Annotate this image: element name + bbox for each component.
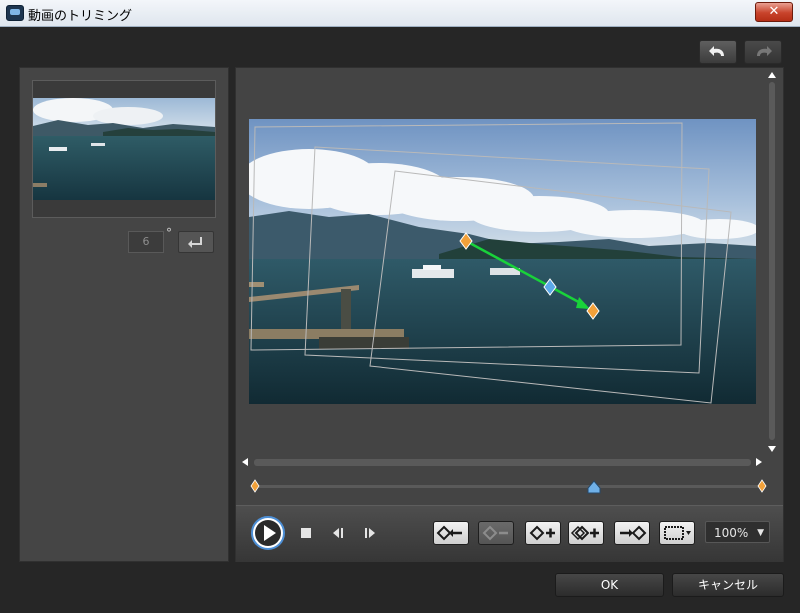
video-preview[interactable]	[249, 119, 756, 404]
add-keyframe-button[interactable]	[525, 521, 561, 545]
preview-panel: 100% ▼	[235, 67, 784, 562]
stop-button[interactable]	[300, 527, 312, 539]
keyframe-duplicate-icon	[570, 525, 599, 541]
previous-frame-icon	[333, 528, 339, 538]
timeline-start-marker[interactable]	[250, 479, 260, 493]
ok-button[interactable]: OK	[555, 573, 664, 597]
previous-frame-button[interactable]	[330, 526, 346, 540]
rotation-angle-input[interactable]: 6	[128, 231, 164, 253]
cancel-button[interactable]: キャンセル	[672, 573, 784, 597]
undo-icon	[709, 46, 724, 56]
vertical-scrollbar[interactable]	[765, 68, 779, 456]
scroll-right-arrow[interactable]	[754, 457, 764, 467]
film-frame-icon	[664, 526, 691, 540]
chevron-down-icon	[686, 531, 691, 535]
next-frame-icon	[369, 528, 375, 538]
play-button[interactable]	[250, 515, 286, 551]
close-button[interactable]: ✕	[755, 2, 793, 22]
playback-controls: 100% ▼	[236, 505, 783, 562]
redo-button[interactable]	[744, 40, 782, 64]
title-bar: 動画のトリミング ✕	[0, 0, 800, 27]
scroll-down-arrow	[768, 446, 776, 452]
horizontal-scrollbar[interactable]	[254, 459, 751, 466]
duplicate-keyframe-button[interactable]	[568, 521, 604, 545]
zoom-value: 100%	[714, 526, 749, 540]
degree-symbol: °	[166, 226, 172, 240]
app-icon	[6, 5, 24, 21]
thumbnail-frame	[32, 80, 216, 218]
thumbnail-panel: 6 °	[19, 67, 229, 562]
keyframe-right-icon	[620, 525, 647, 541]
trim-video-dialog: 動画のトリミング ✕ 6 ° 100% ▼ OK キャンセル	[0, 0, 800, 613]
keyframe-remove-icon	[482, 525, 508, 541]
zoom-select[interactable]: 100% ▼	[705, 521, 770, 543]
redo-icon	[757, 46, 772, 56]
timeline-track[interactable]	[256, 485, 763, 488]
set-start-keyframe-button[interactable]	[433, 521, 469, 545]
remove-keyframe-button[interactable]	[478, 521, 514, 545]
timeline-playhead[interactable]	[587, 480, 601, 494]
enter-icon	[188, 237, 202, 248]
next-frame-button[interactable]	[362, 526, 378, 540]
timeline-end-marker[interactable]	[757, 479, 767, 493]
thumbnail-image	[33, 98, 215, 200]
stop-icon	[301, 528, 311, 538]
keyframe-add-icon	[529, 525, 555, 541]
aspect-ratio-dropdown[interactable]	[659, 521, 695, 545]
scroll-left-arrow[interactable]	[240, 457, 250, 467]
scroll-up-arrow	[768, 72, 776, 78]
keyframe-left-icon	[436, 525, 462, 541]
chevron-down-icon: ▼	[757, 528, 764, 538]
apply-rotation-button[interactable]	[178, 231, 214, 253]
undo-button[interactable]	[699, 40, 737, 64]
window-title: 動画のトリミング	[28, 9, 133, 24]
set-end-keyframe-button[interactable]	[614, 521, 650, 545]
